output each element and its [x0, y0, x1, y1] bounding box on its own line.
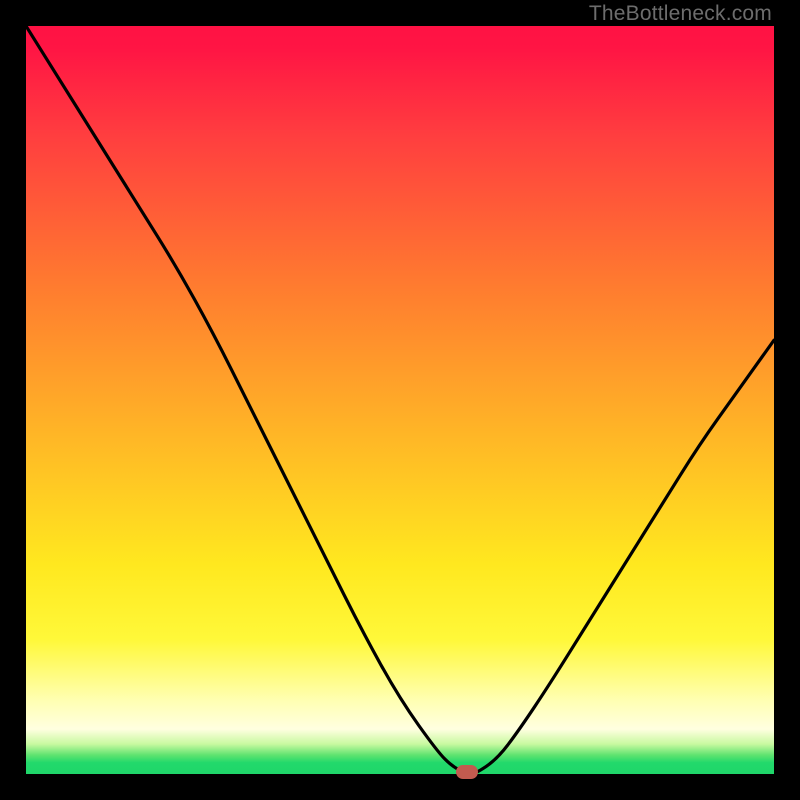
attribution-text: TheBottleneck.com: [589, 2, 772, 26]
plot-area: [26, 26, 774, 774]
chart-frame: TheBottleneck.com: [0, 0, 800, 800]
optimum-marker: [456, 765, 478, 779]
bottleneck-curve: [26, 26, 774, 774]
